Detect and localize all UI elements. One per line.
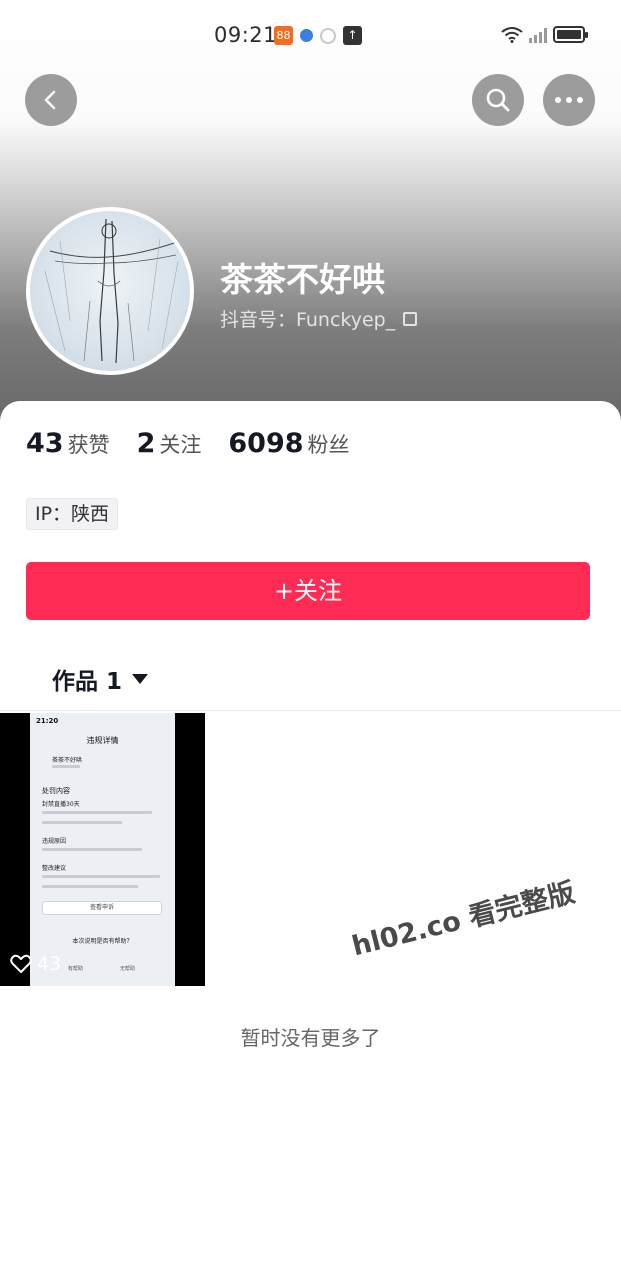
thumbnail-screen-yes: 有帮助 [68, 966, 84, 972]
stat-likes-label: 获赞 [67, 433, 110, 457]
tab-works-label: 作品 1 [52, 669, 123, 695]
profile-nickname: 茶茶不好哄 [220, 260, 385, 299]
no-more-content-text: 暂时没有更多了 [240, 1026, 381, 1050]
more-horizontal-icon [555, 97, 583, 103]
thumbnail-screen-advice: 整改建议 [42, 865, 67, 872]
app-icon: 88 [274, 26, 293, 45]
thumbnail-screen-reason: 违规原因 [42, 838, 67, 845]
copy-icon[interactable] [403, 311, 418, 326]
video-like-value: 43 [37, 953, 62, 975]
follow-button[interactable]: +关注 [26, 562, 590, 620]
ip-location-tag: IP：陕西 [26, 498, 119, 530]
status-right-icons [501, 26, 588, 43]
account-id-row[interactable]: 抖音号：Funckyep_ [220, 305, 418, 332]
stat-followers-value: 6098 [228, 428, 304, 459]
nfc-icon [320, 28, 336, 44]
stat-following-label: 关注 [159, 433, 202, 457]
status-time: 09:21 [214, 23, 278, 47]
account-id: 抖音号：Funckyep_ [220, 309, 396, 331]
more-button[interactable] [543, 74, 595, 126]
browser-icon [297, 26, 316, 45]
tab-divider [0, 710, 621, 711]
thumbnail-screen-time: 21:20 [36, 717, 59, 725]
upload-icon: ↑ [343, 26, 362, 45]
stat-likes-value: 43 [26, 428, 64, 459]
thumbnail-screenshot: 21:20 违规详情 茶茶不好哄 处罚内容 封禁直播30天 违规原因 整改建议 … [30, 713, 175, 986]
stat-followers[interactable]: 6098 粉丝 [228, 428, 349, 459]
back-button[interactable] [25, 74, 77, 126]
stat-following-value: 2 [136, 428, 156, 459]
tab-works[interactable]: 作品 1 [52, 662, 149, 696]
status-bar: 09:21 88 ↑ [0, 0, 621, 72]
thumbnail-screen-button: 查看申诉 [42, 901, 162, 915]
thumbnail-screen-button-label: 查看申诉 [89, 904, 114, 911]
avatar-sketch-image [44, 218, 181, 364]
profile-stats: 43 获赞 2 关注 6098 粉丝 [26, 428, 377, 459]
thumbnail-screen-no: 无帮助 [120, 966, 136, 972]
thumbnail-screen-title: 违规详情 [86, 736, 119, 745]
video-thumbnail[interactable]: 21:20 违规详情 茶茶不好哄 处罚内容 封禁直播30天 违规原因 整改建议 … [0, 713, 205, 986]
thumbnail-screen-section: 处罚内容 [42, 787, 70, 795]
stat-followers-label: 粉丝 [307, 433, 350, 457]
stat-likes[interactable]: 43 获赞 [26, 428, 110, 459]
caret-down-icon[interactable] [132, 674, 149, 684]
signal-icon [529, 27, 547, 43]
video-like-count: 43 [10, 953, 61, 975]
search-icon [486, 88, 510, 112]
thumbnail-screen-duration: 封禁直播30天 [42, 801, 80, 808]
search-button[interactable] [472, 74, 524, 126]
stat-following[interactable]: 2 关注 [137, 428, 202, 459]
avatar[interactable] [26, 207, 194, 375]
thumbnail-screen-feedback: 本次说明是否有帮助？ [72, 938, 133, 945]
battery-icon [553, 26, 588, 43]
heart-outline-icon [10, 954, 32, 973]
thumbnail-screen-name: 茶茶不好哄 [52, 757, 83, 764]
chevron-left-icon [44, 90, 56, 110]
wifi-icon [501, 26, 523, 43]
